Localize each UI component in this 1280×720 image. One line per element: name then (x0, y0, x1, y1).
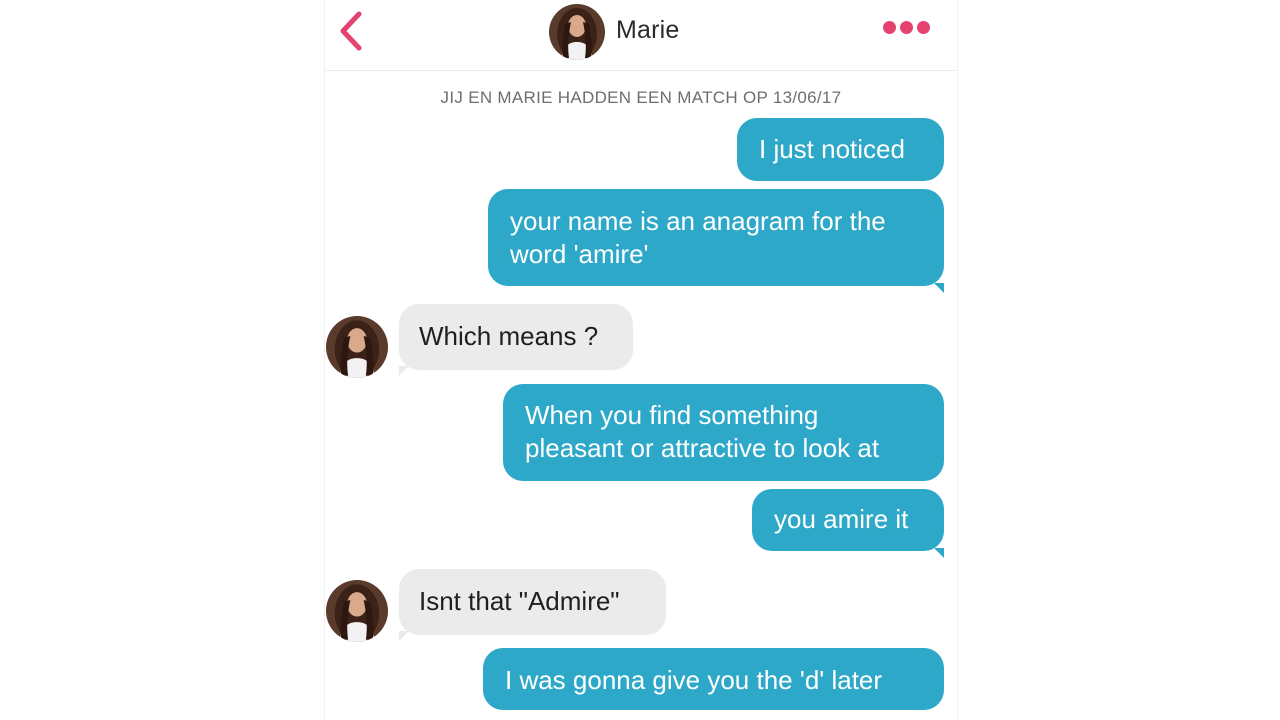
chevron-left-icon (340, 11, 362, 51)
more-dots-icon (917, 21, 930, 34)
bubble-tail (399, 366, 409, 376)
message-text: Isnt that "Admire" (419, 586, 620, 616)
message-outgoing[interactable]: I just noticed (737, 118, 944, 181)
more-options-button[interactable] (883, 21, 937, 39)
bubble-tail (399, 631, 409, 641)
message-outgoing[interactable]: When you find something pleasant or attr… (503, 384, 944, 481)
message-outgoing[interactable]: your name is an anagram for the word 'am… (488, 189, 944, 286)
message-text: Which means ? (419, 321, 599, 351)
bubble-tail (934, 283, 944, 293)
chat-screen: Marie JIJ EN MARIE HADDEN EEN MATCH OP 1… (325, 0, 957, 720)
message-incoming[interactable]: Which means ? (399, 304, 633, 370)
contact-avatar[interactable] (326, 580, 388, 642)
more-dots-icon (883, 21, 896, 34)
message-text: you amire it (774, 504, 909, 534)
contact-name[interactable]: Marie (616, 16, 680, 45)
bubble-tail (934, 548, 944, 558)
avatar-photo (326, 580, 388, 642)
screenshot-frame: Marie JIJ EN MARIE HADDEN EEN MATCH OP 1… (0, 0, 1280, 720)
message-incoming[interactable]: Isnt that "Admire" (399, 569, 666, 635)
message-text: When you find something pleasant or attr… (525, 400, 880, 463)
message-text: I was gonna give you the 'd' later (505, 665, 883, 695)
contact-avatar[interactable] (326, 316, 388, 378)
chat-header: Marie (325, 0, 957, 71)
message-outgoing[interactable]: I was gonna give you the 'd' later (483, 648, 944, 710)
message-text: your name is an anagram for the word 'am… (510, 206, 886, 269)
avatar-photo (549, 4, 605, 60)
contact-avatar[interactable] (549, 4, 605, 60)
message-outgoing[interactable]: you amire it (752, 489, 944, 551)
message-text: I just noticed (759, 134, 905, 164)
more-dots-icon (900, 21, 913, 34)
right-margin (957, 0, 1280, 720)
back-button[interactable] (331, 8, 371, 54)
avatar-photo (326, 316, 388, 378)
match-notice: JIJ EN MARIE HADDEN EEN MATCH OP 13/06/1… (440, 88, 842, 107)
left-margin (0, 0, 325, 720)
